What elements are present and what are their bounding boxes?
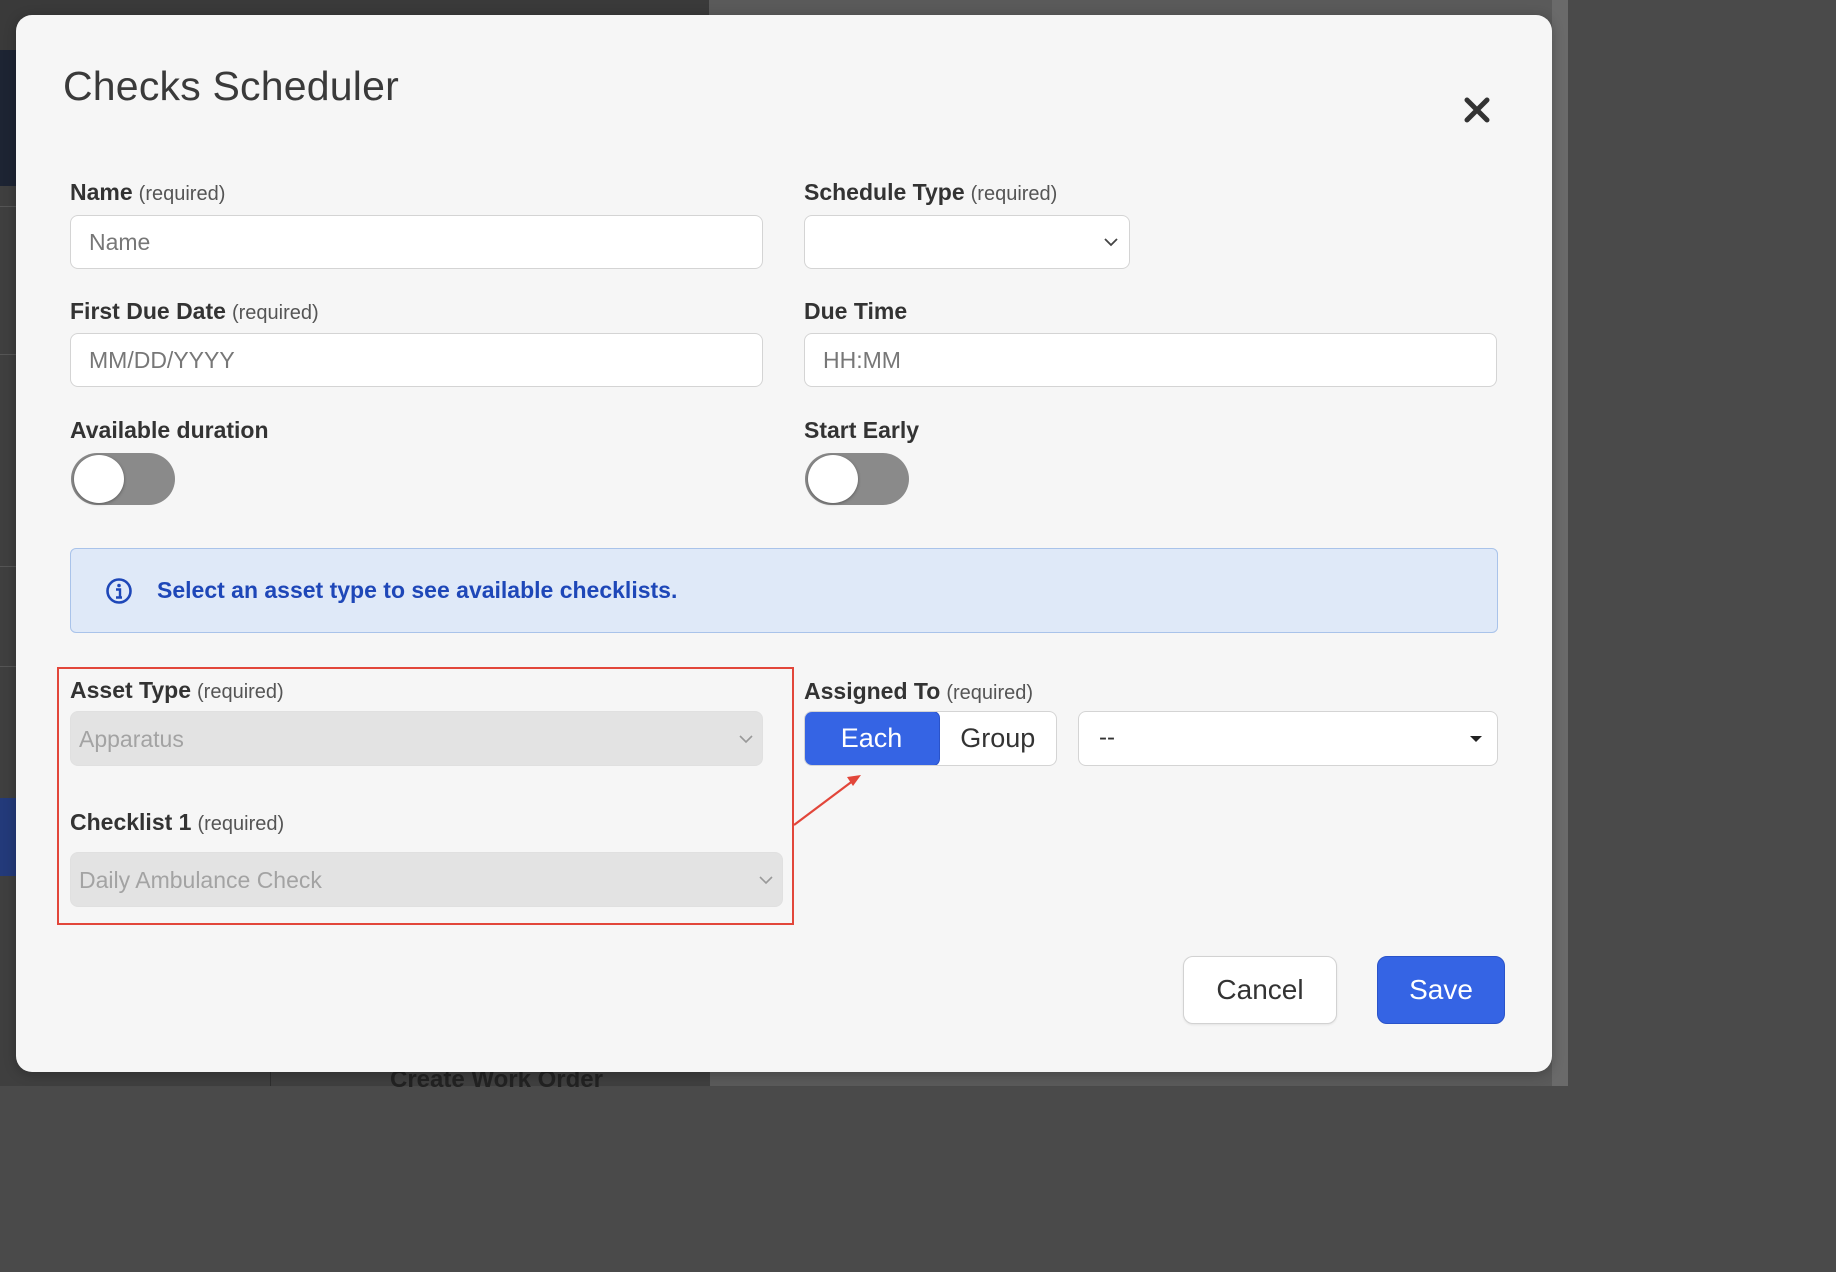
chevron-down-icon xyxy=(759,875,773,884)
assigned-to-required: (required) xyxy=(946,682,1034,704)
info-banner-text: Select an asset type to see available ch… xyxy=(157,577,678,603)
available-duration-toggle[interactable] xyxy=(71,453,175,505)
assigned-to-segmented-control: Each Group xyxy=(804,711,1057,766)
name-required: (required) xyxy=(138,183,226,205)
due-time-label-text: Due Time xyxy=(804,298,908,324)
background-divider xyxy=(0,354,16,355)
asset-type-label: Asset Type (required) xyxy=(70,677,284,704)
name-label-text: Name xyxy=(70,179,133,205)
schedule-type-required: (required) xyxy=(970,183,1058,205)
info-banner: Select an asset type to see available ch… xyxy=(70,548,1498,633)
background-nav-block xyxy=(0,50,16,186)
due-time-input[interactable] xyxy=(804,333,1497,387)
save-button[interactable]: Save xyxy=(1377,956,1505,1024)
assigned-to-label-text: Assigned To xyxy=(804,678,941,704)
checklist-1-required: (required) xyxy=(197,813,285,835)
checklist-1-label-text: Checklist 1 xyxy=(70,809,192,835)
background-selected-row xyxy=(0,798,16,876)
start-early-label-text: Start Early xyxy=(804,417,920,443)
schedule-type-label: Schedule Type (required) xyxy=(804,179,1057,206)
assignee-value: -- xyxy=(1099,724,1115,751)
available-duration-label: Available duration xyxy=(70,417,269,444)
asset-type-select[interactable]: Apparatus xyxy=(70,711,763,766)
background-divider xyxy=(0,666,16,667)
checks-scheduler-modal: Checks Scheduler Name(required) Schedule… xyxy=(16,15,1552,1072)
asset-type-value: Apparatus xyxy=(79,726,184,752)
cancel-button[interactable]: Cancel xyxy=(1183,956,1337,1024)
chevron-down-icon xyxy=(739,734,753,743)
first-due-date-input[interactable] xyxy=(70,333,763,387)
info-icon xyxy=(106,578,132,604)
start-early-toggle[interactable] xyxy=(805,453,909,505)
name-input[interactable] xyxy=(70,215,763,269)
checklist-1-label: Checklist 1 (required) xyxy=(70,809,284,836)
caret-down-icon xyxy=(1470,735,1482,742)
checklist-1-select[interactable]: Daily Ambulance Check xyxy=(70,852,783,907)
schedule-type-select[interactable] xyxy=(804,215,1130,269)
asset-type-required: (required) xyxy=(197,681,284,703)
background-right-edge xyxy=(1552,0,1568,1086)
background-divider xyxy=(0,566,16,567)
name-label: Name (required) xyxy=(70,179,225,206)
asset-type-label-text: Asset Type xyxy=(70,677,192,703)
first-due-date-label: First Due Date (required) xyxy=(70,298,319,325)
modal-title: Checks Scheduler xyxy=(63,63,399,109)
background-divider xyxy=(0,206,16,207)
close-icon xyxy=(1464,97,1490,123)
annotation-arrow-icon xyxy=(793,775,861,826)
toggle-knob xyxy=(74,455,124,503)
checklist-1-value: Daily Ambulance Check xyxy=(79,867,322,893)
assignee-select[interactable]: -- xyxy=(1078,711,1498,766)
chevron-down-icon xyxy=(1104,238,1118,247)
schedule-type-label-text: Schedule Type xyxy=(804,179,965,205)
assign-group-button[interactable]: Group xyxy=(940,712,1057,765)
toggle-knob xyxy=(808,455,858,503)
available-duration-label-text: Available duration xyxy=(70,417,269,443)
assign-each-button[interactable]: Each xyxy=(805,712,940,765)
start-early-label: Start Early xyxy=(804,417,919,444)
assigned-to-label: Assigned To (required) xyxy=(804,678,1033,705)
first-due-date-label-text: First Due Date xyxy=(70,298,226,324)
close-button[interactable] xyxy=(1458,91,1496,129)
first-due-date-required: (required) xyxy=(231,302,319,324)
due-time-label: Due Time xyxy=(804,298,907,325)
